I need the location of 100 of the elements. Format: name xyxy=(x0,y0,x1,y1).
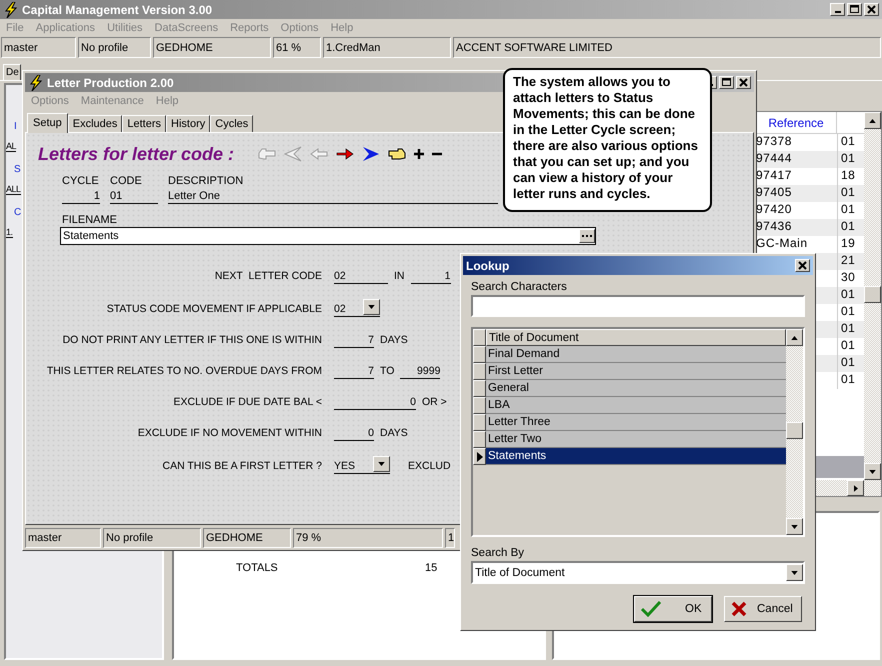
tab[interactable]: De xyxy=(3,64,21,80)
cancel-button[interactable]: Cancel xyxy=(724,596,802,622)
field-label: EXCLUDE IF NO MOVEMENT WITHIN xyxy=(138,426,322,441)
close-button[interactable] xyxy=(795,259,810,272)
number-field[interactable]: 0 xyxy=(334,424,374,441)
section-label: S xyxy=(14,164,21,177)
cross-icon xyxy=(731,601,747,617)
caret-up-icon xyxy=(791,336,798,340)
tab[interactable]: Letters xyxy=(122,115,166,132)
scrollbar[interactable] xyxy=(864,112,881,480)
row-selector[interactable] xyxy=(473,346,486,363)
scroll-down-button[interactable] xyxy=(864,463,881,480)
field-label: DAYS xyxy=(380,333,408,348)
totals-label: TOTALS xyxy=(236,562,279,574)
status-field: master xyxy=(25,528,101,548)
number-field[interactable]: 9999 xyxy=(400,362,440,379)
list-row[interactable]: General xyxy=(486,380,786,397)
window-title: Capital Management Version 3.00 xyxy=(22,2,212,16)
filename-field[interactable]: Statements xyxy=(60,227,596,245)
list-row[interactable]: Final Demand xyxy=(486,346,786,363)
dialog-title: Lookup xyxy=(466,258,510,272)
search-field[interactable] xyxy=(471,295,805,317)
list-row[interactable]: Letter Three xyxy=(486,414,786,431)
close-icon xyxy=(797,260,808,271)
dropdown-button[interactable] xyxy=(373,456,390,472)
dropdown-button[interactable] xyxy=(786,564,803,581)
tab[interactable]: History xyxy=(166,115,210,132)
dropdown-button[interactable] xyxy=(363,299,380,315)
text-field[interactable]: 01 xyxy=(110,187,158,204)
minimize-icon xyxy=(834,11,840,13)
list-row[interactable]: Letter Two xyxy=(486,431,786,448)
scroll-up-button[interactable] xyxy=(864,112,881,129)
number-field[interactable]: 1 xyxy=(410,267,450,284)
scrollbar[interactable] xyxy=(786,329,803,535)
row-selector[interactable] xyxy=(473,363,486,380)
row-selector[interactable] xyxy=(473,431,486,448)
text-field[interactable]: Letter One xyxy=(168,187,498,204)
ok-button[interactable]: OK xyxy=(634,596,712,622)
search-by-dropdown[interactable]: Title of Document xyxy=(471,561,805,584)
scroll-down-button[interactable] xyxy=(786,518,803,535)
tab[interactable]: Cycles xyxy=(210,115,254,132)
section-label: I xyxy=(14,121,17,134)
field-label: THIS LETTER RELATES TO NO. OVERDUE DAYS FROM xyxy=(46,364,322,379)
amount-field[interactable]: 0 xyxy=(334,393,416,410)
minimize-button[interactable] xyxy=(830,3,845,16)
close-button[interactable] xyxy=(736,76,751,89)
row-selector[interactable] xyxy=(473,448,486,465)
row-selector[interactable] xyxy=(473,397,486,414)
number-field[interactable]: 7 xyxy=(334,362,374,379)
row-selector[interactable] xyxy=(473,329,486,346)
field-label: IN xyxy=(394,269,404,284)
window-title: Letter Production 2.00 xyxy=(47,76,174,90)
close-icon xyxy=(866,4,877,15)
lightning-icon xyxy=(3,2,19,18)
table-cell-text: GC-Main xyxy=(756,236,809,252)
maximize-button[interactable] xyxy=(719,76,734,89)
close-icon xyxy=(738,77,749,88)
field-value: ALL xyxy=(6,184,21,195)
status-field: 61 % xyxy=(273,37,321,58)
code-field[interactable]: 02 xyxy=(334,267,388,284)
field-label: Search Characters xyxy=(471,281,567,293)
row-selector[interactable] xyxy=(473,414,486,431)
plus-icon[interactable] xyxy=(414,149,424,159)
number-field[interactable]: 7 xyxy=(334,331,374,348)
scroll-thumb[interactable] xyxy=(864,286,881,303)
field-label: EXCLUDE IF DUE DATE BAL < xyxy=(174,395,322,410)
checkmark-icon xyxy=(641,601,661,617)
field-label: Search By xyxy=(471,547,524,559)
list-row[interactable]: First Letter xyxy=(486,363,786,380)
status-field: master xyxy=(1,37,76,58)
field-value: 1. xyxy=(6,227,13,238)
table-cell-text: 97405 xyxy=(756,185,793,201)
scroll-up-button[interactable] xyxy=(786,329,803,346)
status-field: 1 xyxy=(445,528,455,548)
column-header[interactable]: Title of Document xyxy=(486,329,786,346)
next-record-icon[interactable] xyxy=(336,148,354,160)
tab[interactable]: Excludes xyxy=(68,115,122,132)
field-label: DAYS xyxy=(380,426,408,441)
close-button[interactable] xyxy=(864,3,879,16)
dropdown[interactable]: 02 xyxy=(334,298,380,317)
table-cell-text: 97417 xyxy=(756,168,793,184)
text-field[interactable]: 1 xyxy=(62,187,100,204)
dropdown[interactable]: YES xyxy=(334,455,390,474)
status-field: No profile xyxy=(78,37,151,58)
tab[interactable]: Setup xyxy=(27,113,68,133)
field-label: STATUS CODE MOVEMENT IF APPLICABLE xyxy=(106,302,322,317)
status-field: No profile xyxy=(103,528,201,548)
maximize-button[interactable] xyxy=(847,3,862,16)
column-label: CYCLE xyxy=(62,175,99,187)
caret-down-icon xyxy=(869,470,876,474)
list-row[interactable]: Statements xyxy=(486,448,786,465)
last-record-icon[interactable] xyxy=(362,146,380,162)
scroll-right-button[interactable] xyxy=(847,480,864,496)
status-field: 1.CredMan xyxy=(323,37,451,58)
browse-button[interactable] xyxy=(579,229,595,243)
row-selector[interactable] xyxy=(473,380,486,397)
table-cell-text: 97378 xyxy=(756,134,793,150)
list-row[interactable]: LBA xyxy=(486,397,786,414)
caret-down-icon xyxy=(378,462,385,466)
scroll-thumb[interactable] xyxy=(786,422,803,439)
